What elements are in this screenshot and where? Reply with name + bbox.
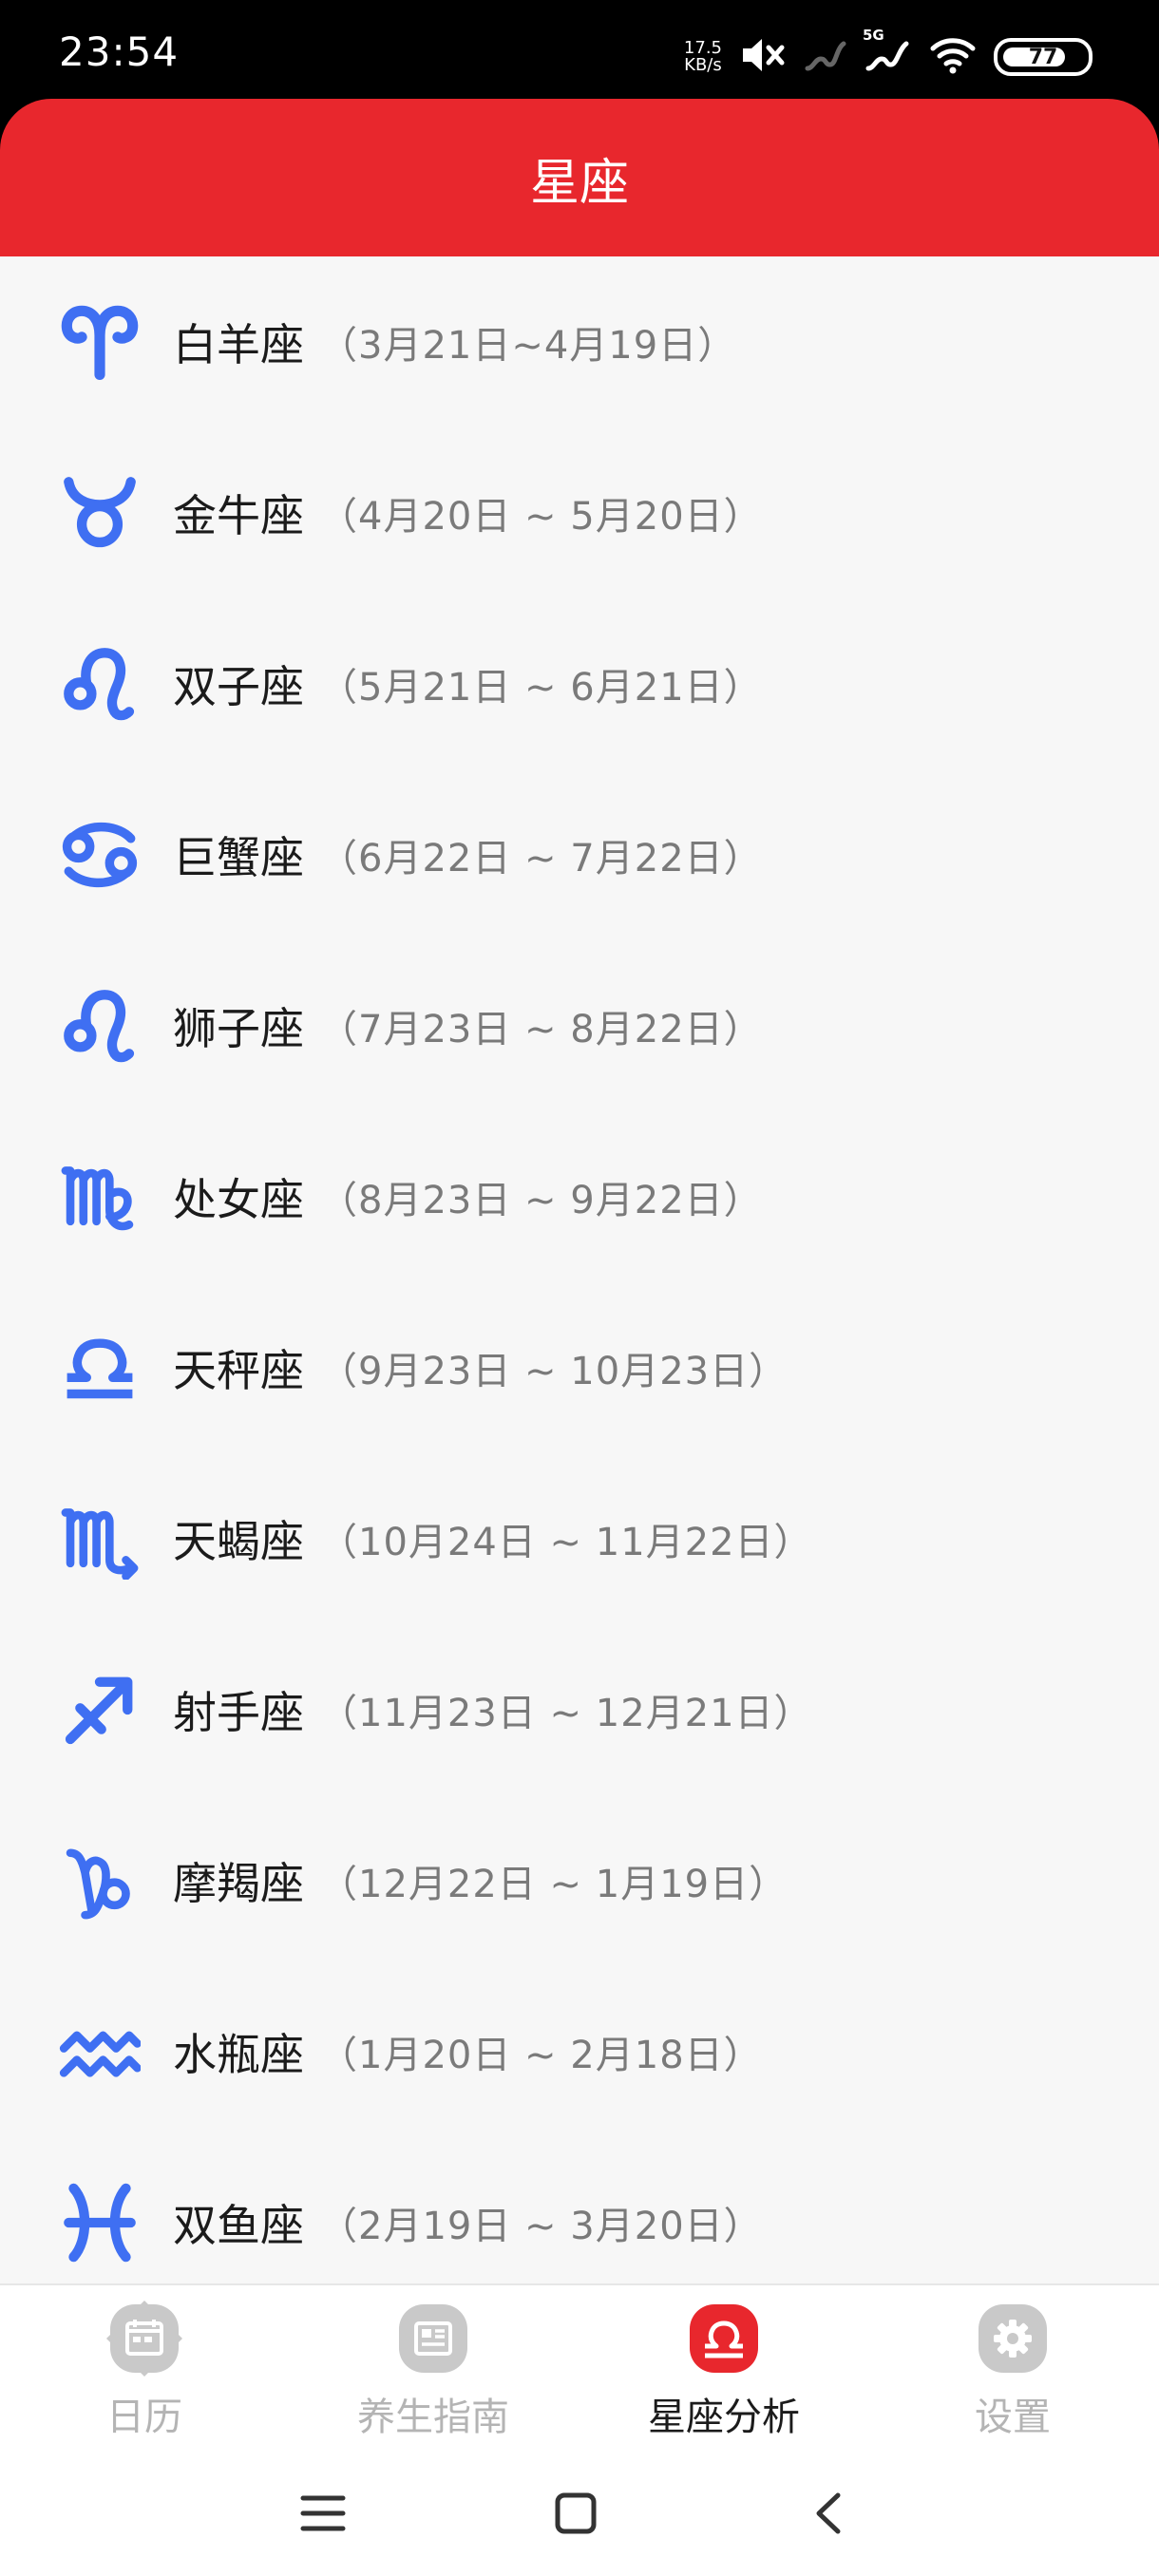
home-icon <box>553 2491 598 2540</box>
tab-label: 设置 <box>975 2396 1051 2439</box>
scorpio-icon <box>59 1498 141 1580</box>
battery-icon: 77 <box>994 38 1092 76</box>
zodiac-name: 水瓶座 <box>173 2029 304 2080</box>
gear-icon <box>973 2299 1053 2378</box>
aquarius-icon <box>59 2011 141 2093</box>
zodiac-dates: （4月20日 ~ 5月20日） <box>319 495 763 539</box>
status-time: 23:54 <box>59 28 180 75</box>
menu-button[interactable] <box>285 2477 361 2553</box>
zodiac-row-leo[interactable]: 狮子座 （7月23日 ~ 8月22日） <box>0 940 1159 1111</box>
leo-icon <box>59 985 141 1067</box>
aries-icon <box>59 301 141 383</box>
back-button[interactable] <box>790 2477 866 2553</box>
status-bar: 23:54 17.5 KB/s 5G 77 <box>0 0 1159 95</box>
zodiac-dates: （2月19日 ~ 3月20日） <box>319 2205 763 2248</box>
zodiac-dates: （7月23日 ~ 8月22日） <box>319 1008 763 1051</box>
zodiac-row-capricorn[interactable]: 摩羯座 （12月22日 ~ 1月19日） <box>0 1795 1159 1966</box>
zodiac-dates: （1月20日 ~ 2月18日） <box>319 2034 763 2077</box>
zodiac-dates: （10月24日 ~ 11月22日） <box>319 1521 813 1564</box>
network-type: 5G <box>863 27 884 44</box>
tab-calendar[interactable]: 日历 <box>30 2299 258 2451</box>
zodiac-name: 狮子座 <box>173 1003 304 1054</box>
bottom-tab-bar: 日历 养生指南 星座分析 设置 <box>0 2283 1159 2451</box>
wifi-icon <box>929 35 977 79</box>
zodiac-dates: （11月23日 ~ 12月21日） <box>319 1692 813 1735</box>
tab-settings[interactable]: 设置 <box>899 2299 1127 2451</box>
zodiac-row-sagittarius[interactable]: 射手座 （11月23日 ~ 12月21日） <box>0 1624 1159 1795</box>
sagittarius-icon <box>59 1669 141 1751</box>
zodiac-dates: （6月22日 ~ 7月22日） <box>319 837 763 881</box>
zodiac-name: 双鱼座 <box>173 2200 304 2251</box>
menu-icon <box>299 2492 347 2538</box>
zodiac-name: 双子座 <box>173 661 304 712</box>
network-speed-unit: KB/s <box>684 55 722 75</box>
taurus-icon <box>59 472 141 554</box>
zodiac-row-libra[interactable]: 天秤座 （9月23日 ~ 10月23日） <box>0 1282 1159 1453</box>
libra-icon <box>59 1327 141 1409</box>
zodiac-name: 白羊座 <box>173 319 304 370</box>
zodiac-dates: （9月23日 ~ 10月23日） <box>319 1350 788 1393</box>
zodiac-row-cancer[interactable]: 巨蟹座 （6月22日 ~ 7月22日） <box>0 769 1159 940</box>
back-icon <box>809 2490 847 2541</box>
status-icons: 17.5 KB/s 5G 77 <box>684 27 1092 85</box>
tab-zodiac-analysis[interactable]: 星座分析 <box>610 2299 838 2451</box>
zodiac-row-virgo[interactable]: 处女座 （8月23日 ~ 9月22日） <box>0 1111 1159 1282</box>
signal-5g-icon: 5G <box>863 27 912 78</box>
zodiac-dates: （5月21日 ~ 6月21日） <box>319 666 763 710</box>
zodiac-row-aquarius[interactable]: 水瓶座 （1月20日 ~ 2月18日） <box>0 1966 1159 2137</box>
gemini-icon <box>59 643 141 725</box>
zodiac-name: 射手座 <box>173 1687 304 1738</box>
zodiac-row-gemini[interactable]: 双子座 （5月21日 ~ 6月21日） <box>0 598 1159 769</box>
battery-level: 77 <box>1028 45 1058 69</box>
zodiac-dates: （8月23日 ~ 9月22日） <box>319 1179 763 1222</box>
tab-label: 星座分析 <box>648 2396 800 2439</box>
zodiac-row-pisces[interactable]: 双鱼座 （2月19日 ~ 3月20日） <box>0 2137 1159 2283</box>
mute-icon <box>739 34 787 80</box>
network-speed: 17.5 KB/s <box>684 40 722 74</box>
libra-icon <box>684 2299 764 2378</box>
zodiac-row-taurus[interactable]: 金牛座 （4月20日 ~ 5月20日） <box>0 427 1159 598</box>
capricorn-icon <box>59 1840 141 1922</box>
cancer-icon <box>59 814 141 896</box>
app-header: 星座 <box>0 99 1159 256</box>
zodiac-name: 天秤座 <box>173 1345 304 1396</box>
zodiac-name: 巨蟹座 <box>173 832 304 883</box>
zodiac-list: 白羊座 （3月21日~4月19日） 金牛座 （4月20日 ~ 5月20日） 双子… <box>0 256 1159 2283</box>
zodiac-name: 金牛座 <box>173 490 304 541</box>
zodiac-row-scorpio[interactable]: 天蝎座 （10月24日 ~ 11月22日） <box>0 1453 1159 1624</box>
news-icon <box>393 2299 473 2378</box>
zodiac-dates: （3月21日~4月19日） <box>319 324 737 368</box>
tab-health-guide[interactable]: 养生指南 <box>319 2299 547 2451</box>
tab-label: 日历 <box>106 2396 182 2439</box>
calendar-icon <box>104 2299 184 2378</box>
pisces-icon <box>59 2182 141 2263</box>
zodiac-name: 摩羯座 <box>173 1858 304 1909</box>
virgo-icon <box>59 1156 141 1238</box>
system-nav-bar <box>0 2451 1159 2576</box>
tab-label: 养生指南 <box>357 2396 509 2439</box>
zodiac-row-aries[interactable]: 白羊座 （3月21日~4月19日） <box>0 256 1159 427</box>
page-title: 星座 <box>529 154 629 212</box>
signal-icon <box>804 36 847 78</box>
home-button[interactable] <box>538 2477 614 2553</box>
zodiac-name: 处女座 <box>173 1174 304 1225</box>
zodiac-name: 天蝎座 <box>173 1516 304 1567</box>
zodiac-dates: （12月22日 ~ 1月19日） <box>319 1863 788 1906</box>
